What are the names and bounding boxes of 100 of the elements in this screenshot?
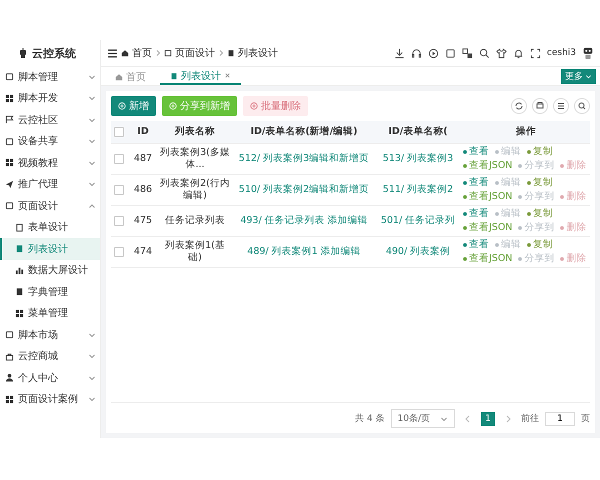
flag-icon [5, 115, 14, 124]
dot-icon [526, 149, 532, 156]
action-button[interactable]: 分享到新增 [162, 96, 237, 116]
dot-icon [494, 180, 500, 186]
sidebar-item[interactable]: 视频教程 [0, 152, 100, 174]
dot-icon [517, 162, 524, 169]
table-cell-text: 487 [132, 152, 154, 166]
dot-icon [462, 149, 468, 156]
download-icon[interactable] [394, 48, 405, 58]
row-action-link[interactable]: 复制 [526, 146, 553, 158]
chart-icon [15, 266, 24, 275]
row-action-link[interactable]: 查看JSON [462, 222, 512, 234]
column-header: ID/表单名称( [387, 126, 449, 138]
page-number[interactable]: 1 [481, 412, 495, 426]
sidebar-item[interactable]: 设备共享 [0, 130, 100, 152]
row-action-link[interactable]: 查看 [462, 146, 489, 158]
user-name[interactable]: ceshi3 [546, 48, 576, 58]
dot-icon [462, 256, 468, 262]
sidebar-item[interactable]: 脚本开发 [0, 88, 100, 109]
table-cell-text: 任务记录列表 [164, 214, 226, 228]
chevron-icon [88, 202, 96, 210]
column-header: 操作 [514, 126, 537, 138]
row-action-link[interactable]: 复制 [526, 208, 553, 220]
dot-icon [462, 224, 468, 231]
dot-icon [559, 162, 566, 169]
action-button[interactable]: 新增 [111, 96, 156, 116]
column-header: ID/表单名称(新增/编辑) [249, 126, 359, 138]
columns-icon[interactable] [553, 98, 569, 114]
row-action-link[interactable]: 查看JSON [462, 160, 512, 172]
sidebar-subitem[interactable]: 数据大屏设计 [0, 260, 100, 281]
dot-icon [462, 242, 468, 248]
table-link[interactable]: 513/ 列表案例3 [377, 152, 459, 166]
checkbox[interactable] [114, 185, 124, 195]
table-link[interactable]: 511/ 列表案例2 [377, 184, 459, 196]
sidebar-item[interactable]: 个人中心 [0, 367, 100, 388]
menu-icon[interactable] [107, 48, 118, 58]
chevron-icon [88, 72, 96, 81]
table-link[interactable]: 510/ 列表案例2编辑和新增页 [234, 184, 374, 196]
headset-icon[interactable] [410, 48, 422, 58]
sidebar-subitem[interactable]: 菜单管理 [0, 302, 100, 324]
page-tab[interactable]: 首页 [105, 68, 156, 85]
sidebar-item[interactable]: 页面设计 [0, 195, 100, 216]
chevron-icon [88, 137, 96, 146]
table-link[interactable]: 490/ 列表案例 [377, 246, 459, 258]
sidebar-subitem[interactable]: 表单设计 [0, 216, 100, 238]
checkbox[interactable] [114, 216, 124, 226]
grid-icon [5, 394, 14, 404]
grid-icon [5, 158, 14, 168]
dot-icon [494, 242, 500, 248]
breadcrumb-item[interactable]: 页面设计 [175, 46, 215, 60]
fullscreen-icon[interactable] [530, 48, 541, 58]
chevron-icon [88, 94, 96, 102]
row-action-link[interactable]: 复制 [526, 177, 553, 190]
dot-icon [559, 194, 566, 200]
row-action-link[interactable]: 查看 [462, 208, 489, 220]
dot-icon [494, 211, 500, 218]
play-icon[interactable] [428, 48, 439, 58]
bell-icon[interactable] [512, 48, 524, 58]
row-action-link[interactable]: 查看 [462, 177, 489, 190]
dot-icon [494, 149, 500, 156]
home-icon [121, 49, 129, 57]
plus-circle-icon [250, 102, 258, 110]
sidebar-item[interactable]: 云控社区 [0, 109, 100, 130]
sidebar-item[interactable]: 脚本市场 [0, 324, 100, 346]
sidebar-item[interactable]: 云控商城 [0, 346, 100, 367]
page-input[interactable]: 1 [545, 412, 575, 426]
table-link[interactable]: 493/ 任务记录列表 添加编辑 [234, 214, 374, 228]
table-link[interactable]: 512/ 列表案例3编辑和新增页 [234, 152, 374, 166]
sidebar-item[interactable]: 脚本管理 [0, 66, 100, 88]
chevron-icon [88, 158, 96, 167]
bag-icon [5, 352, 14, 361]
checkbox[interactable] [114, 127, 124, 137]
row-action-link[interactable]: 查看JSON [462, 190, 512, 203]
row-action-link[interactable]: 查看JSON [462, 252, 512, 265]
shirt-icon[interactable] [496, 48, 507, 58]
checkbox[interactable] [114, 154, 124, 164]
checkbox[interactable] [114, 247, 124, 257]
refresh-icon[interactable] [511, 98, 527, 114]
breadcrumb-item[interactable]: 首页 [132, 46, 152, 60]
dot-icon [462, 211, 468, 218]
close-icon[interactable] [224, 72, 231, 79]
table-link[interactable]: 501/ 任务记录列 [377, 214, 459, 228]
more-button[interactable]: 更多 [561, 68, 596, 84]
table-cell-text: 列表案例1(基础) [164, 240, 226, 264]
sidebar-item[interactable]: 页面设计案例 [0, 388, 100, 410]
sidebar-subitem[interactable]: 列表设计 [0, 238, 100, 260]
plane-icon [5, 180, 14, 189]
search-icon[interactable] [574, 98, 590, 114]
dot-icon [559, 224, 566, 231]
column-header: 列表名称 [174, 126, 216, 138]
row-action-link[interactable]: 复制 [526, 239, 553, 252]
search-icon[interactable] [478, 48, 490, 58]
square-icon[interactable] [444, 48, 456, 58]
sidebar-subitem[interactable]: 字典管理 [0, 281, 100, 302]
row-action-link[interactable]: 查看 [462, 239, 489, 252]
page-size-select[interactable]: 10条/页 [390, 409, 455, 428]
table-link[interactable]: 489/ 列表案例1 添加编辑 [234, 246, 374, 258]
dot-icon [526, 242, 532, 248]
dot-icon [517, 194, 524, 200]
sidebar-item[interactable]: 推广代理 [0, 174, 100, 195]
